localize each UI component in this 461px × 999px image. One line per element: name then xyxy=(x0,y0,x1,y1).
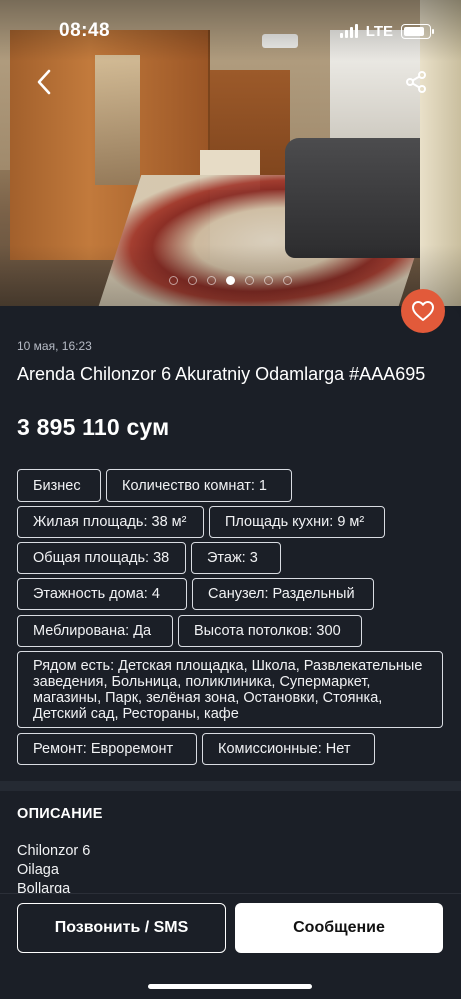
param-chip: Этажность дома: 4 xyxy=(17,578,187,610)
param-chip-nearby: Рядом есть: Детская площадка, Школа, Раз… xyxy=(17,651,443,728)
listing-photo[interactable] xyxy=(0,0,461,306)
gallery-dot[interactable] xyxy=(245,276,254,285)
description-heading: ОПИСАНИЕ xyxy=(17,806,103,822)
param-chip: Этаж: 3 xyxy=(191,542,281,574)
param-chip: Комиссионные: Нет xyxy=(202,733,375,765)
param-chip: Высота потолков: 300 xyxy=(178,615,362,647)
param-chip: Общая площадь: 38 xyxy=(17,542,186,574)
favorite-button[interactable] xyxy=(401,289,445,333)
chevron-left-icon xyxy=(37,69,51,95)
section-divider xyxy=(0,781,461,791)
description-line: Oilaga xyxy=(17,862,59,878)
gallery-dot[interactable] xyxy=(169,276,178,285)
battery-icon xyxy=(401,23,434,39)
gallery-dot[interactable] xyxy=(188,276,197,285)
home-indicator[interactable] xyxy=(148,984,312,989)
listing-price: 3 895 110 сум xyxy=(17,414,170,440)
param-chip: Площадь кухни: 9 м² xyxy=(209,506,385,538)
param-chip: Количество комнат: 1 xyxy=(106,469,292,502)
signal-icon xyxy=(339,24,358,38)
param-chip: Меблирована: Да xyxy=(17,615,173,647)
description-line: Chilonzor 6 xyxy=(17,843,91,859)
listing-title: Arenda Chilonzor 6 Akuratniy Odamlarga #… xyxy=(17,364,426,384)
share-button[interactable] xyxy=(400,66,432,98)
status-indicators: LTE xyxy=(339,22,434,40)
gallery-dot[interactable] xyxy=(264,276,273,285)
share-icon xyxy=(406,71,426,93)
network-type: LTE xyxy=(365,22,393,40)
gallery-dot[interactable] xyxy=(226,276,235,285)
gallery-pagination xyxy=(0,276,461,285)
gallery-dot[interactable] xyxy=(283,276,292,285)
heart-icon xyxy=(412,301,434,321)
param-chip: Ремонт: Евроремонт xyxy=(17,733,197,765)
call-sms-button[interactable]: Позвонить / SMS xyxy=(17,903,226,953)
status-time: 08:48 xyxy=(59,20,111,41)
listing-date: 10 мая, 16:23 xyxy=(17,339,92,353)
param-chip: Санузел: Раздельный xyxy=(192,578,374,610)
battery-level xyxy=(404,26,425,36)
param-chip: Бизнес xyxy=(17,469,101,502)
gallery-dot[interactable] xyxy=(207,276,216,285)
back-button[interactable] xyxy=(28,64,60,100)
message-button[interactable]: Сообщение xyxy=(235,903,443,953)
photo-overlay xyxy=(0,0,461,306)
param-chip: Жилая площадь: 38 м² xyxy=(17,506,204,538)
